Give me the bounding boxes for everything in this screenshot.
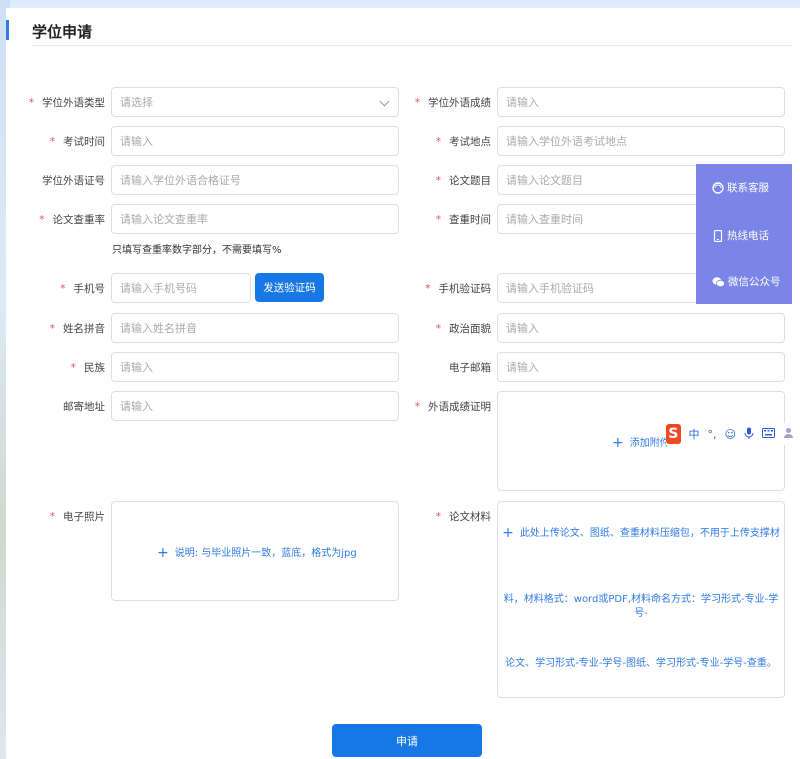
contact-float-panel: 联系客服 热线电话 微信公众号 bbox=[696, 164, 792, 304]
sogou-logo[interactable]: S bbox=[666, 424, 681, 444]
label-email: 电子邮箱 bbox=[449, 362, 491, 374]
label-thesis-material: * 论文材料 bbox=[435, 511, 491, 523]
label-photo: * 电子照片 bbox=[49, 511, 105, 523]
plus-icon: + bbox=[502, 525, 514, 541]
keyboard-icon[interactable] bbox=[762, 427, 775, 441]
plus-icon: + bbox=[612, 435, 624, 451]
emoji-icon[interactable]: ☺ bbox=[725, 428, 736, 441]
name-pinyin-input[interactable]: 请输入姓名拼音 bbox=[111, 313, 399, 343]
plagiarism-rate-hint: 只填写查重率数字部分，不需要填写% bbox=[112, 245, 282, 256]
page-header: 学位申请 bbox=[6, 20, 800, 41]
label-plagiarism-rate: * 论文查重率 bbox=[39, 214, 105, 226]
label-exam-location: * 考试地点 bbox=[435, 136, 491, 148]
wechat-icon bbox=[712, 276, 725, 287]
degree-language-score-input[interactable]: 请输入 bbox=[497, 87, 785, 117]
label-score-proof: * 外语成绩证明 bbox=[414, 401, 491, 413]
title-accent-bar bbox=[6, 20, 9, 40]
photo-upload[interactable]: + 说明: 与毕业照片一致，蓝底，格式为jpg bbox=[111, 501, 399, 601]
page-title: 学位申请 bbox=[32, 23, 93, 41]
label-thesis-title: * 论文题目 bbox=[435, 175, 491, 187]
photo-upload-label: + 说明: 与毕业照片一致，蓝底，格式为jpg bbox=[157, 545, 357, 561]
label-phone-code: * 手机验证码 bbox=[425, 283, 491, 295]
degree-language-type-select[interactable]: 请选择 bbox=[111, 87, 399, 117]
send-code-button[interactable]: 发送验证码 bbox=[255, 273, 324, 302]
ime-toolbar: S 中 °, ☺ bbox=[666, 423, 798, 445]
political-status-input[interactable]: 请输入 bbox=[497, 313, 785, 343]
customer-service-icon bbox=[712, 181, 724, 194]
thesis-material-line-3: 论文、学习形式-专业-学号-图纸、学习形式-专业-学号-查重。 bbox=[505, 658, 777, 669]
phone-icon bbox=[713, 229, 723, 242]
plus-icon: + bbox=[157, 545, 169, 561]
exam-time-input[interactable]: 请输入 bbox=[111, 126, 399, 156]
label-check-time: * 查重时间 bbox=[435, 214, 491, 226]
label-ethnicity: * 民族 bbox=[70, 362, 105, 374]
thesis-material-line-2: 料，材料格式：word或PDF,材料命名方式：学习形式-专业-学号- bbox=[503, 594, 779, 619]
label-degree-language-score: * 学位外语成绩 bbox=[414, 97, 491, 109]
label-degree-language-type: * 学位外语类型 bbox=[28, 97, 105, 109]
skin-icon[interactable] bbox=[783, 427, 794, 442]
email-input[interactable]: 请输入 bbox=[497, 352, 785, 382]
contact-hotline[interactable]: 热线电话 bbox=[712, 228, 769, 243]
language-cert-no-input[interactable]: 请输入学位外语合格证号 bbox=[111, 165, 399, 195]
plagiarism-rate-input[interactable]: 请输入论文查重率 bbox=[111, 204, 399, 234]
thesis-material-upload[interactable]: + 此处上传论文、图纸、查重材料压缩包，不用于上传支撑材 料，材料格式：word或… bbox=[497, 501, 785, 698]
label-exam-time: * 考试时间 bbox=[49, 136, 105, 148]
ethnicity-input[interactable]: 请输入 bbox=[111, 352, 399, 382]
chevron-down-icon bbox=[379, 96, 390, 107]
thesis-material-line-1: + 此处上传论文、图纸、查重材料压缩包，不用于上传支撑材 bbox=[502, 525, 780, 541]
mail-address-input[interactable]: 请输入 bbox=[111, 391, 399, 421]
ime-punctuation-toggle[interactable]: °, bbox=[708, 428, 717, 441]
microphone-icon[interactable] bbox=[744, 427, 754, 442]
label-name-pinyin: * 姓名拼音 bbox=[49, 323, 105, 335]
header-divider bbox=[32, 45, 792, 46]
exam-location-input[interactable]: 请输入学位外语考试地点 bbox=[497, 126, 785, 156]
submit-button[interactable]: 申请 bbox=[332, 724, 482, 757]
label-phone: * 手机号 bbox=[60, 283, 105, 295]
contact-wechat[interactable]: 微信公众号 bbox=[712, 274, 781, 289]
label-mail-address: 邮寄地址 bbox=[63, 401, 105, 413]
label-language-cert-no: 学位外语证号 bbox=[42, 175, 105, 187]
score-proof-upload-label: + 添加附件 bbox=[612, 435, 670, 451]
phone-input[interactable]: 请输入手机号码 bbox=[111, 273, 251, 303]
ime-chinese-toggle[interactable]: 中 bbox=[689, 426, 700, 442]
contact-customer-service[interactable]: 联系客服 bbox=[712, 180, 769, 195]
label-political-status: * 政治面貌 bbox=[435, 323, 491, 335]
